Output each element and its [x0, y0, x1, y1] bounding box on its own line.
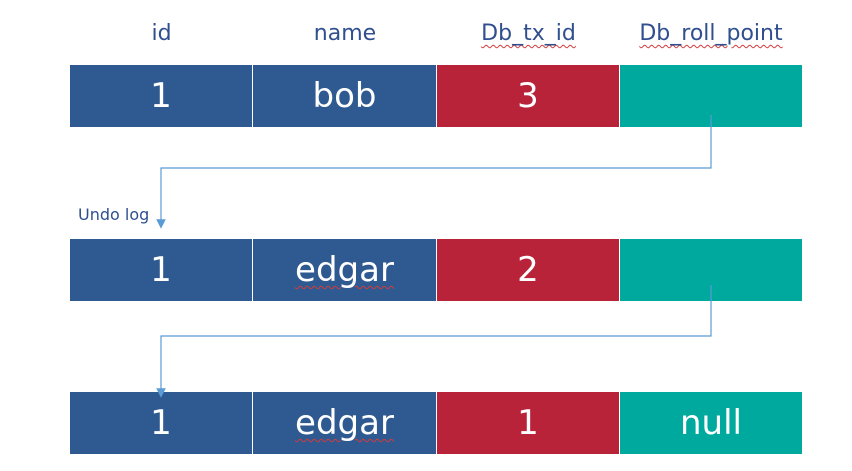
- connector-arrows: [156, 115, 712, 398]
- roll-pointer-arrow-1: [156, 115, 712, 229]
- roll-pointer-arrow-2: [156, 285, 712, 398]
